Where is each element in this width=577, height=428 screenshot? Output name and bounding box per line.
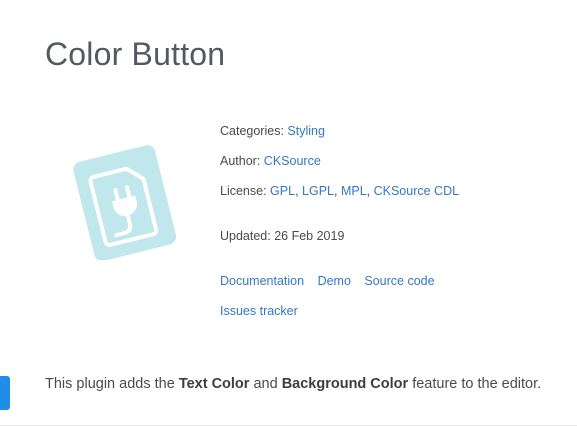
license-label: License:: [220, 184, 267, 198]
documentation-link[interactable]: Documentation: [220, 274, 304, 288]
description-suffix: feature to the editor.: [408, 376, 542, 392]
license-link-gpl[interactable]: GPL: [270, 184, 295, 198]
description-bold-background-color: Background Color: [281, 376, 409, 392]
updated-label: Updated:: [220, 229, 271, 243]
author-label: Author:: [220, 154, 261, 168]
plugin-description: This plugin adds the Text Color and Back…: [45, 370, 555, 399]
category-link-styling[interactable]: Styling: [287, 124, 325, 138]
plugin-plug-icon: [70, 140, 180, 262]
license-link-mpl[interactable]: MPL: [341, 184, 367, 198]
license-row: License: GPL, LGPL, MPL, CKSource CDL: [220, 184, 460, 198]
issues-tracker-link[interactable]: Issues tracker: [220, 304, 298, 318]
plugin-links-row-1: Documentation Demo Source code: [220, 274, 445, 288]
page-title: Color Button: [45, 36, 226, 72]
description-bold-text-color: Text Color: [178, 376, 250, 392]
license-link-cksource-cdl[interactable]: CKSource CDL: [374, 184, 459, 198]
author-row: Author: CKSource: [220, 154, 321, 168]
updated-row: Updated: 26 Feb 2019: [220, 229, 344, 243]
categories-label: Categories:: [220, 124, 284, 138]
source-code-link[interactable]: Source code: [364, 274, 434, 288]
demo-link[interactable]: Demo: [318, 274, 351, 288]
license-link-lgpl[interactable]: LGPL: [302, 184, 334, 198]
plugin-links-row-2: Issues tracker: [220, 304, 308, 318]
updated-date: 26 Feb 2019: [274, 229, 345, 243]
author-link[interactable]: CKSource: [264, 154, 321, 168]
description-middle: and: [249, 376, 282, 392]
description-prefix: This plugin adds the: [45, 376, 179, 392]
side-tab-button[interactable]: [0, 376, 10, 410]
categories-row: Categories: Styling: [220, 124, 325, 138]
divider: [0, 425, 577, 426]
plugin-page: Color Button Categories: Styling Author:…: [0, 0, 577, 428]
